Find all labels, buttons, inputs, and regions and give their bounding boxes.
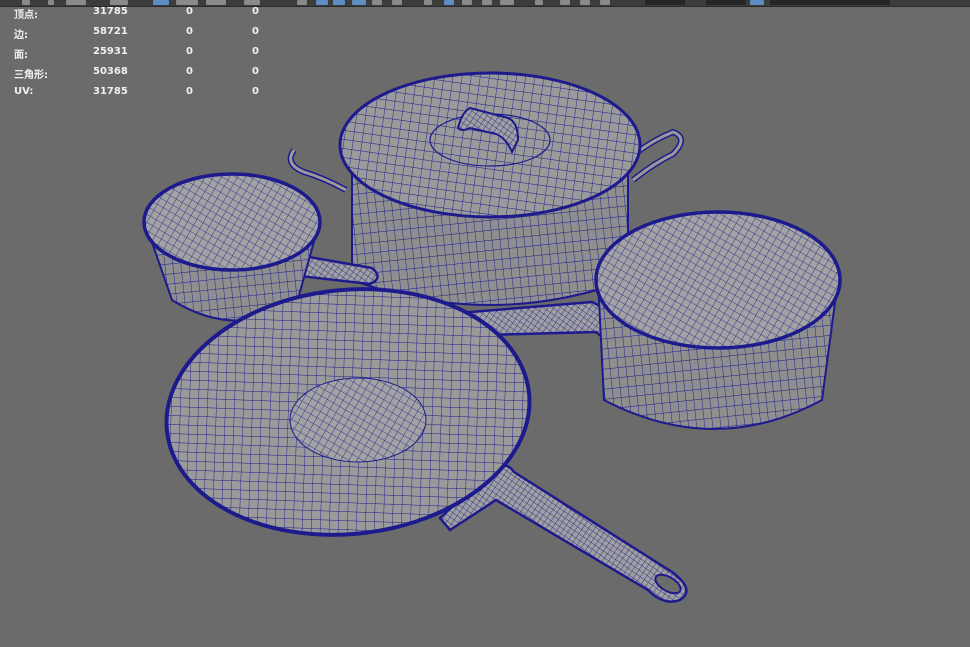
frying-pan-center bbox=[289, 377, 427, 463]
medium-pan-rim bbox=[594, 210, 842, 350]
pot-left-handle-inner bbox=[289, 149, 347, 192]
pot-lid bbox=[338, 71, 642, 219]
viewport-scene[interactable] bbox=[0, 0, 970, 647]
small-pan-rim bbox=[142, 172, 322, 272]
